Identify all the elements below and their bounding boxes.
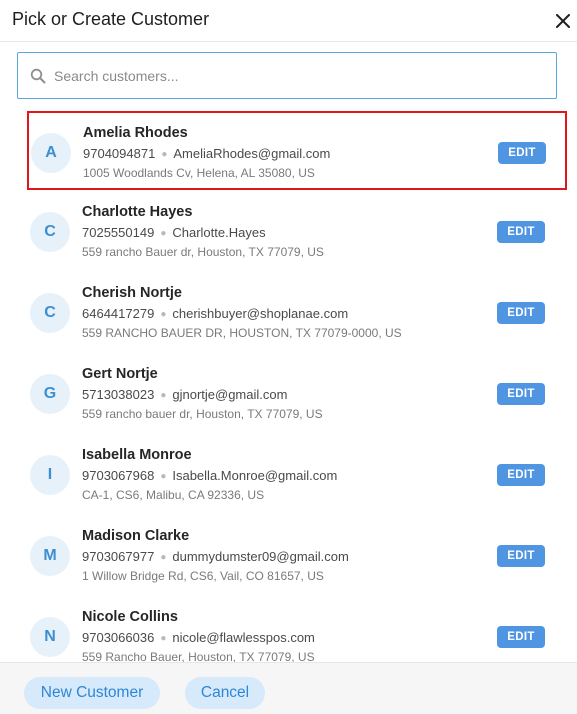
customer-address: 559 rancho bauer dr, Houston, TX 77079, …: [82, 407, 323, 421]
customer-email: dummydumster09@gmail.com: [172, 549, 349, 564]
customer-contact: 7025550149 ● Charlotte.Hayes: [82, 225, 266, 240]
separator-dot: ●: [160, 552, 167, 563]
customer-contact: 9703067968 ● Isabella.Monroe@gmail.com: [82, 468, 337, 483]
customer-row[interactable]: M Madison Clarke 9703067977 ● dummydumster09…: [28, 516, 566, 595]
search-input[interactable]: [54, 53, 544, 98]
customer-name: Isabella Monroe: [82, 447, 192, 463]
customer-phone: 9703067968: [82, 468, 155, 483]
separator-dot: ●: [160, 633, 167, 644]
avatar: I: [30, 455, 70, 495]
customer-address: CA-1, CS6, Malibu, CA 92336, US: [82, 488, 265, 502]
close-icon: [556, 14, 570, 28]
customer-name: Charlotte Hayes: [82, 204, 193, 220]
separator-dot: ●: [160, 228, 167, 239]
search-box: [17, 52, 557, 99]
customer-address: 559 RANCHO BAUER DR, HOUSTON, TX 77079-0…: [82, 326, 402, 340]
search-icon: [30, 68, 46, 84]
customer-phone: 9703067977: [82, 549, 155, 564]
customer-list: A Amelia Rhodes 9704094871 ● AmeliaRhodes@gm…: [0, 110, 577, 662]
customer-contact: 6464417279 ● cherishbuyer@shoplanae.com: [82, 306, 348, 321]
close-button[interactable]: [550, 8, 576, 34]
customer-email: cherishbuyer@shoplanae.com: [172, 306, 349, 321]
customer-phone: 9703066036: [82, 630, 155, 645]
customer-phone: 5713038023: [82, 387, 155, 402]
customer-name: Nicole Collins: [82, 609, 178, 625]
customer-email: Isabella.Monroe@gmail.com: [172, 468, 338, 483]
customer-name: Cherish Nortje: [82, 285, 182, 301]
customer-row[interactable]: C Cherish Nortje 6464417279 ● cherishbuyer@s…: [28, 273, 566, 352]
customer-address: 559 rancho Bauer dr, Houston, TX 77079, …: [82, 245, 324, 259]
avatar: N: [30, 617, 70, 657]
edit-button[interactable]: EDIT: [497, 383, 545, 405]
customer-name: Madison Clarke: [82, 528, 190, 544]
customer-phone: 6464417279: [82, 306, 155, 321]
separator-dot: ●: [160, 471, 167, 482]
customer-email: Charlotte.Hayes: [172, 225, 266, 240]
edit-button[interactable]: EDIT: [497, 464, 545, 486]
customer-address: 559 Rancho Bauer, Houston, TX 77079, US: [82, 650, 315, 662]
separator-dot: ●: [161, 149, 168, 160]
customer-name: Gert Nortje: [82, 366, 158, 382]
edit-button[interactable]: EDIT: [497, 221, 545, 243]
avatar: A: [31, 133, 71, 173]
dialog-header: Pick or Create Customer: [0, 0, 577, 42]
customer-row[interactable]: A Amelia Rhodes 9704094871 ● AmeliaRhodes@gm…: [27, 111, 567, 190]
customer-contact: 9703066036 ● nicole@flawlesspos.com: [82, 630, 315, 645]
avatar: G: [30, 374, 70, 414]
customer-row[interactable]: I Isabella Monroe 9703067968 ● Isabella.Monr…: [28, 435, 566, 514]
separator-dot: ●: [160, 390, 167, 401]
edit-button[interactable]: EDIT: [497, 302, 545, 324]
customer-phone: 7025550149: [82, 225, 155, 240]
customer-name: Amelia Rhodes: [83, 125, 188, 141]
customer-contact: 9703067977 ● dummydumster09@gmail.com: [82, 549, 349, 564]
dialog-footer: New Customer Cancel: [0, 662, 577, 714]
edit-button[interactable]: EDIT: [497, 626, 545, 648]
customer-phone: 9704094871: [83, 146, 156, 161]
customer-address: 1 Willow Bridge Rd, CS6, Vail, CO 81657,…: [82, 569, 324, 583]
new-customer-button[interactable]: New Customer: [24, 677, 160, 709]
customer-address: 1005 Woodlands Cv, Helena, AL 35080, US: [83, 166, 315, 180]
separator-dot: ●: [160, 309, 167, 320]
customer-contact: 5713038023 ● gjnortje@gmail.com: [82, 387, 287, 402]
customer-email: nicole@flawlesspos.com: [172, 630, 315, 645]
customer-email: gjnortje@gmail.com: [172, 387, 288, 402]
customer-contact: 9704094871 ● AmeliaRhodes@gmail.com: [83, 146, 330, 161]
customer-row[interactable]: N Nicole Collins 9703066036 ● nicole@flawles…: [28, 597, 566, 662]
dialog-title: Pick or Create Customer: [12, 9, 210, 29]
edit-button[interactable]: EDIT: [498, 142, 546, 164]
customer-email: AmeliaRhodes@gmail.com: [173, 146, 331, 161]
avatar: C: [30, 212, 70, 252]
customer-row[interactable]: C Charlotte Hayes 7025550149 ● Charlotte.Hay…: [28, 192, 566, 271]
customer-row[interactable]: G Gert Nortje 5713038023 ● gjnortje@gmail.co…: [28, 354, 566, 433]
avatar: M: [30, 536, 70, 576]
cancel-button[interactable]: Cancel: [185, 677, 265, 709]
edit-button[interactable]: EDIT: [497, 545, 545, 567]
avatar: C: [30, 293, 70, 333]
